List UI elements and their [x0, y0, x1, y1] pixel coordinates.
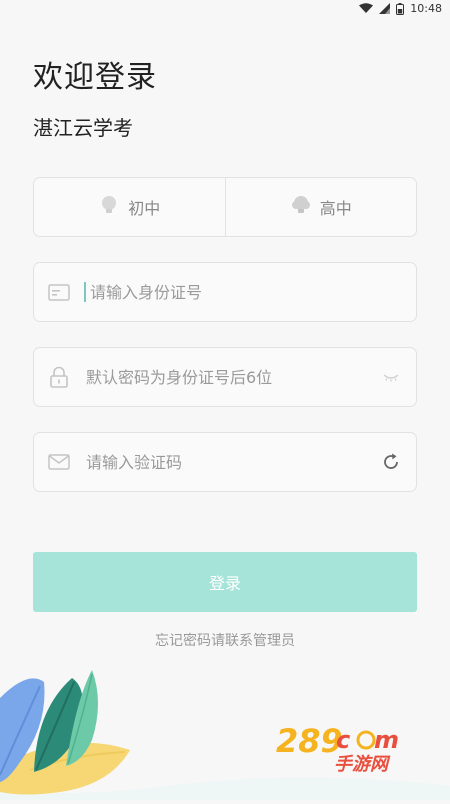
status-bar: 10:48 — [0, 0, 450, 17]
svg-text:手游网: 手游网 — [334, 754, 391, 774]
page-title: 欢迎登录 — [33, 60, 157, 95]
svg-text:m: m — [374, 726, 399, 754]
level-option-senior[interactable]: 高中 — [224, 178, 417, 236]
lock-icon — [34, 366, 84, 388]
password-input[interactable] — [84, 356, 366, 398]
id-number-input[interactable] — [88, 271, 416, 313]
signal-icon — [379, 3, 391, 14]
captcha-input[interactable] — [84, 441, 366, 483]
level-option-junior[interactable]: 初中 — [34, 178, 225, 236]
eye-closed-icon[interactable] — [366, 372, 416, 382]
watermark-logo: 289 c m 手游网 — [274, 718, 424, 778]
refresh-icon[interactable] — [366, 452, 416, 472]
battery-icon — [396, 2, 405, 15]
mail-icon — [34, 454, 84, 470]
level-selector: 初中 高中 — [33, 177, 417, 237]
forgot-password-link[interactable]: 忘记密码请联系管理员 — [0, 630, 450, 650]
app-name: 湛江云学考 — [33, 116, 133, 140]
bulb-small-icon — [98, 194, 128, 220]
login-button[interactable]: 登录 — [33, 552, 417, 612]
status-time: 10:48 — [410, 2, 442, 15]
svg-text:289: 289 — [276, 722, 343, 760]
svg-text:c: c — [336, 726, 350, 754]
level-option-label: 初中 — [128, 199, 161, 218]
bulb-large-icon — [290, 194, 320, 220]
wifi-icon — [359, 3, 374, 14]
captcha-field — [33, 432, 417, 492]
id-card-icon — [34, 283, 84, 301]
password-field — [33, 347, 417, 407]
text-cursor — [84, 282, 86, 302]
level-option-label: 高中 — [319, 199, 352, 218]
id-number-field — [33, 262, 417, 322]
